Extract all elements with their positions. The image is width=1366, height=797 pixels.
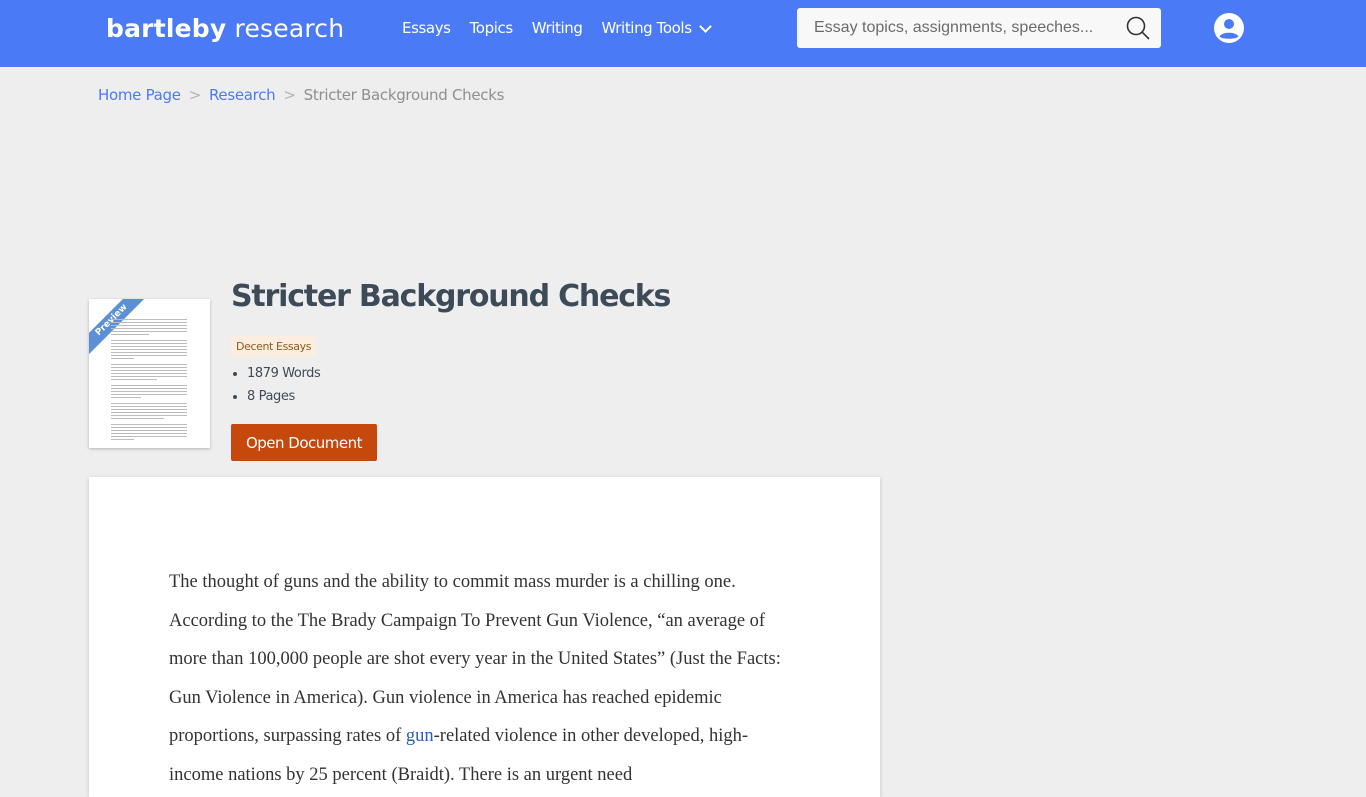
preview-line [111,325,187,326]
preview-line [111,394,187,395]
gun-link[interactable]: gun [406,726,434,746]
preview-line [111,370,187,371]
preview-line [111,430,187,431]
logo-light: research [226,14,345,43]
preview-line [111,391,187,392]
essay-meta-list: 1879 Words 8 Pages [231,365,321,411]
preview-line [111,322,187,323]
preview-line [111,397,142,398]
quality-badge: Decent Essays [231,336,317,357]
preview-line [111,412,187,413]
preview-line [111,415,187,416]
preview-line [111,385,187,386]
preview-line [111,439,134,440]
preview-line [111,349,187,350]
preview-line [111,367,187,368]
breadcrumb-home[interactable]: Home Page [98,86,181,104]
preview-line [111,424,187,425]
preview-line [111,376,187,377]
preview-line [111,379,157,380]
nav-writing-tools[interactable]: Writing Tools [601,19,712,37]
preview-line [111,364,187,365]
preview-line [111,334,149,335]
word-count: 1879 Words [247,365,321,388]
breadcrumb-separator: > [188,86,202,104]
excerpt-paragraph: The thought of guns and the ability to c… [169,563,799,794]
breadcrumb: Home Page > Research > Stricter Background C… [98,86,504,104]
preview-line [111,328,187,329]
breadcrumb-separator: > [283,86,296,104]
preview-line [111,352,187,353]
breadcrumb-current: Stricter Background Checks [303,86,505,104]
nav-essays[interactable]: Essays [402,19,451,37]
chevron-down-icon [698,19,712,33]
preview-line [111,406,187,407]
preview-line [111,427,187,428]
page-count: 8 Pages [247,388,320,411]
user-circle-icon[interactable] [1213,12,1245,44]
preview-line [111,388,187,389]
document-preview-thumbnail[interactable]: Preview [89,299,210,448]
nav-writing-tools-label: Writing Tools [601,19,692,37]
nav-topics[interactable]: Topics [470,19,514,37]
breadcrumb-research[interactable]: Research [209,86,276,104]
excerpt-text-1: The thought of guns and the ability to c… [169,572,781,746]
document-excerpt: The thought of guns and the ability to c… [89,477,880,797]
preview-line [111,436,187,437]
preview-line [111,358,134,359]
logo-bold: bartleby [106,14,227,43]
preview-line [111,433,187,434]
nav-writing[interactable]: Writing [532,19,583,37]
open-document-button[interactable]: Open Document [231,424,377,461]
main-nav: Essays Topics Writing Writing Tools [402,19,729,37]
preview-line [111,409,187,410]
essay-title: Stricter Background Checks [231,279,671,314]
preview-line [111,340,187,341]
preview-line [111,373,187,374]
search-box [797,8,1161,48]
preview-line [111,403,187,404]
preview-line [111,319,187,320]
search-icon[interactable] [1125,15,1151,41]
preview-line [111,355,187,356]
search-input[interactable] [797,8,1117,48]
preview-text-lines [111,319,187,442]
preview-line [111,346,187,347]
preview-line [111,331,187,332]
bartleby-research-logo[interactable]: bartleby research [106,14,344,43]
preview-line [111,343,187,344]
preview-line [111,418,165,419]
top-navigation-bar: bartleby research Essays Topics Writing … [0,0,1366,67]
